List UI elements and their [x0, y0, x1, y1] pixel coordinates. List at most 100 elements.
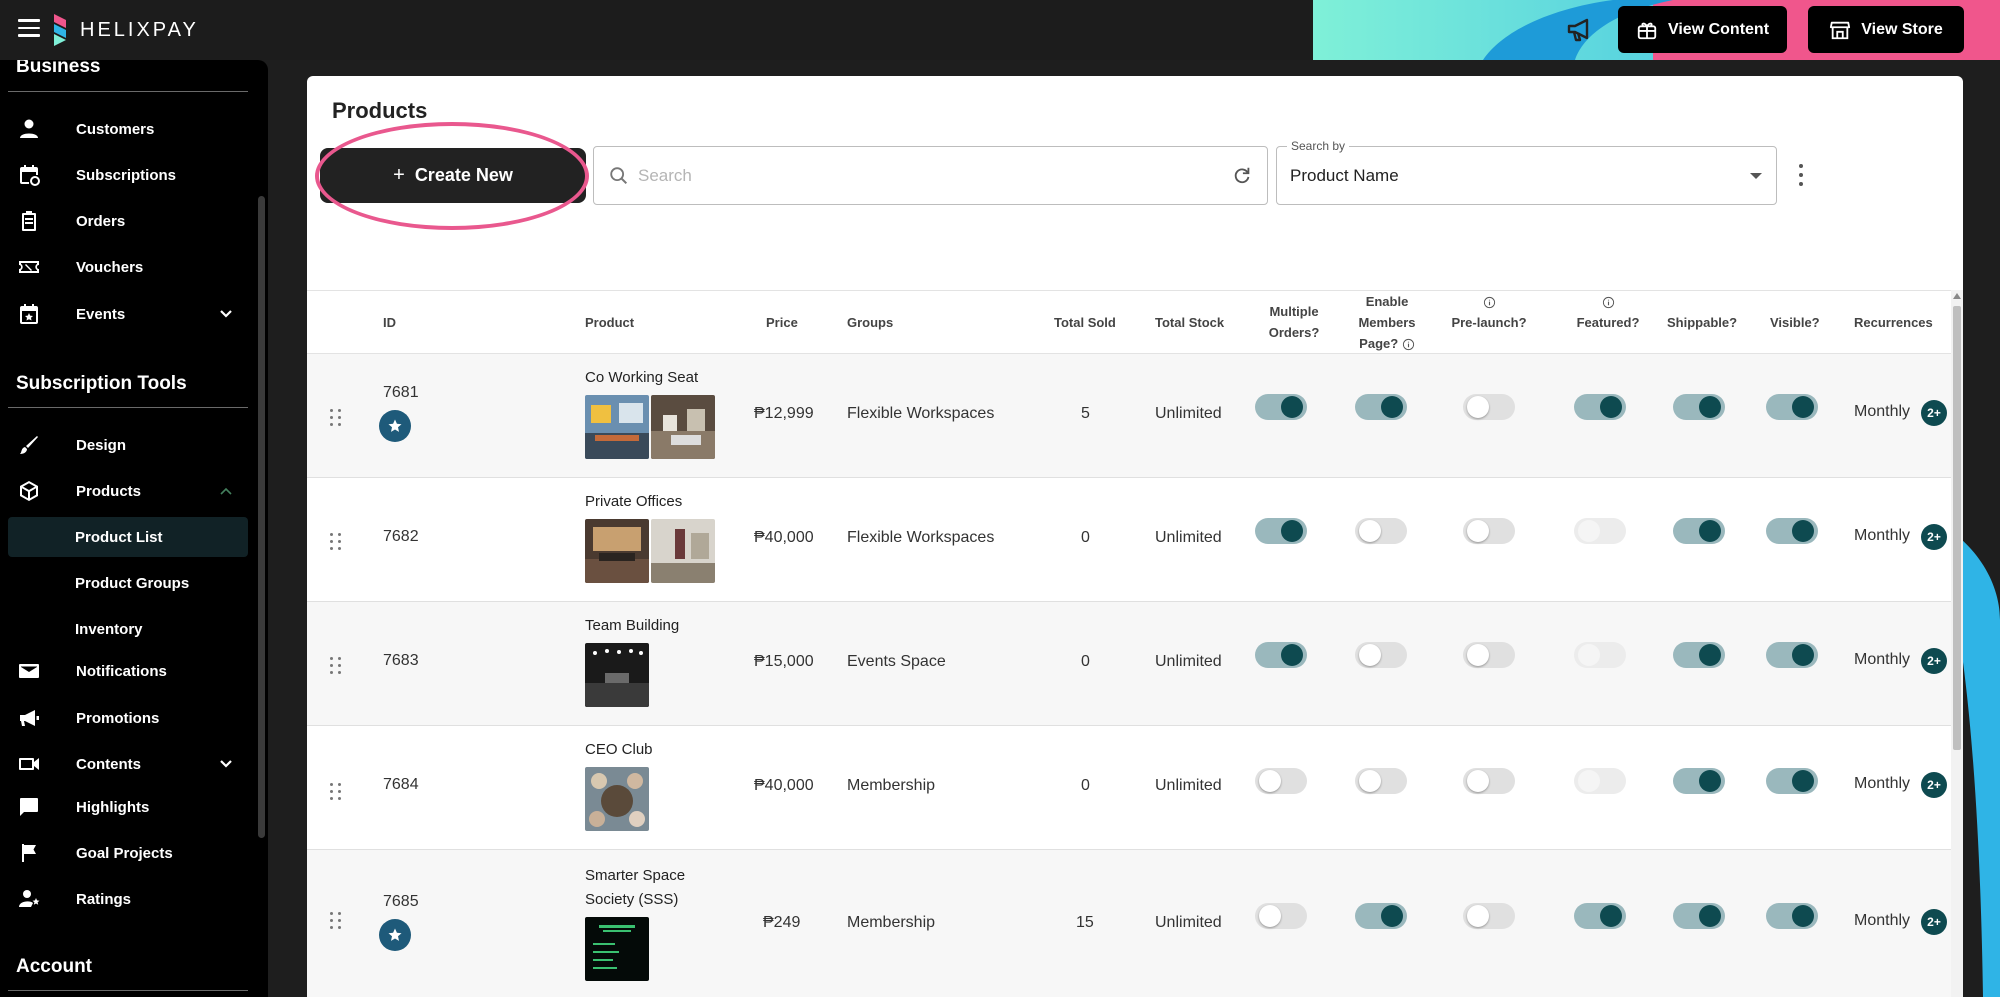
drag-handle-icon[interactable]	[330, 533, 344, 551]
shippable-toggle[interactable]	[1673, 515, 1725, 545]
view-store-button[interactable]: View Store	[1808, 6, 1964, 53]
visible-toggle[interactable]	[1766, 515, 1818, 545]
sidebar-item-inventory[interactable]: Inventory	[8, 609, 248, 649]
table-row[interactable]: 7684 CEO Club ₱40,000 Membership 0 Unlim…	[307, 726, 1953, 850]
search-input[interactable]	[638, 165, 1231, 186]
create-new-button[interactable]: + Create New	[320, 148, 586, 203]
members-page-toggle[interactable]	[1355, 639, 1407, 669]
sidebar-item-product-list[interactable]: Product List	[8, 517, 248, 557]
visible-toggle[interactable]	[1766, 765, 1818, 795]
drag-handle-icon[interactable]	[330, 409, 344, 427]
col-members-page[interactable]: Enable Members Page?	[1347, 291, 1427, 354]
info-icon[interactable]	[1402, 338, 1415, 351]
multiple-orders-toggle[interactable]	[1255, 765, 1307, 795]
sidebar-item-design[interactable]: Design	[8, 425, 248, 465]
col-featured[interactable]: Featured?	[1568, 291, 1648, 333]
col-product[interactable]: Product	[585, 312, 634, 333]
prelaunch-toggle[interactable]	[1463, 900, 1515, 930]
members-page-toggle[interactable]	[1355, 765, 1407, 795]
sidebar-item-goal-projects[interactable]: Goal Projects	[8, 833, 248, 873]
table-row[interactable]: 7683 Team Building ₱15,000 Events Space …	[307, 602, 1953, 726]
multiple-orders-toggle[interactable]	[1255, 391, 1307, 421]
sidebar-item-subscriptions[interactable]: Subscriptions	[8, 155, 248, 195]
sidebar-item-ratings[interactable]: Ratings	[8, 879, 248, 919]
shippable-toggle[interactable]	[1673, 391, 1725, 421]
col-price[interactable]: Price	[766, 312, 798, 333]
sidebar-item-vouchers[interactable]: Vouchers	[8, 247, 248, 287]
prelaunch-toggle[interactable]	[1463, 515, 1515, 545]
members-page-toggle[interactable]	[1355, 391, 1407, 421]
prelaunch-toggle[interactable]	[1463, 765, 1515, 795]
more-recurrences-badge[interactable]: 2+	[1921, 772, 1947, 798]
col-total-sold[interactable]: Total Sold	[1054, 312, 1116, 333]
table-row[interactable]: 7682 Private Offices ₱40,000 Flexible Wo…	[307, 478, 1953, 602]
sidebar-item-customers[interactable]: Customers	[8, 109, 248, 149]
shippable-toggle[interactable]	[1673, 765, 1725, 795]
drag-handle-icon[interactable]	[330, 783, 344, 801]
more-recurrences-badge[interactable]: 2+	[1921, 400, 1947, 426]
sidebar-item-orders[interactable]: Orders	[8, 201, 248, 241]
sidebar-scrollbar[interactable]	[258, 196, 265, 838]
table-scrollbar[interactable]	[1951, 290, 1963, 997]
product-name[interactable]: Co Working Seat	[585, 366, 715, 390]
table-row[interactable]: 7681 Co Working Seat ₱12,999 Flexible Wo…	[307, 354, 1953, 478]
more-recurrences-badge[interactable]: 2+	[1921, 524, 1947, 550]
sidebar-item-product-groups[interactable]: Product Groups	[8, 563, 248, 603]
featured-toggle[interactable]	[1574, 391, 1626, 421]
prelaunch-toggle[interactable]	[1463, 639, 1515, 669]
product-image[interactable]	[651, 395, 715, 459]
helixpay-logo[interactable]: HELIXPAY	[52, 12, 199, 48]
multiple-orders-toggle[interactable]	[1255, 639, 1307, 669]
visible-toggle[interactable]	[1766, 639, 1818, 669]
product-image[interactable]	[585, 519, 649, 583]
product-name[interactable]: Private Offices	[585, 490, 715, 514]
more-recurrences-badge[interactable]: 2+	[1921, 648, 1947, 674]
product-image[interactable]	[585, 917, 649, 981]
more-recurrences-badge[interactable]: 2+	[1921, 909, 1947, 935]
info-icon[interactable]	[1483, 296, 1496, 309]
sidebar-item-events[interactable]: Events	[8, 294, 248, 334]
product-image[interactable]	[585, 767, 649, 831]
more-options-icon[interactable]	[1789, 162, 1813, 188]
visible-toggle[interactable]	[1766, 900, 1818, 930]
drag-handle-icon[interactable]	[330, 912, 344, 930]
shippable-toggle[interactable]	[1673, 900, 1725, 930]
menu-icon[interactable]	[18, 19, 40, 37]
members-page-toggle[interactable]	[1355, 900, 1407, 930]
product-name[interactable]: Smarter Space Society (SSS)	[585, 864, 715, 912]
col-visible[interactable]: Visible?	[1770, 312, 1820, 333]
product-image[interactable]	[585, 643, 649, 707]
refresh-icon[interactable]	[1231, 165, 1253, 187]
multiple-orders-toggle[interactable]	[1255, 515, 1307, 545]
info-icon[interactable]	[1602, 296, 1615, 309]
col-groups[interactable]: Groups	[847, 312, 893, 333]
scroll-up-arrow-icon[interactable]	[1953, 293, 1961, 299]
table-row[interactable]: 7685 Smarter Space Society (SSS) ₱249 Me…	[307, 850, 1953, 997]
search-field[interactable]	[593, 146, 1268, 205]
product-name[interactable]: Team Building	[585, 614, 715, 638]
visible-toggle[interactable]	[1766, 391, 1818, 421]
col-shippable[interactable]: Shippable?	[1667, 312, 1737, 333]
col-id[interactable]: ID	[383, 312, 396, 333]
sidebar-item-promotions[interactable]: Promotions	[8, 698, 248, 738]
col-multiple-orders[interactable]: Multiple Orders?	[1259, 301, 1329, 343]
product-image[interactable]	[651, 519, 715, 583]
prelaunch-toggle[interactable]	[1463, 391, 1515, 421]
col-recurrences[interactable]: Recurrences	[1854, 312, 1933, 333]
scrollbar-thumb[interactable]	[1953, 306, 1961, 750]
view-content-button[interactable]: View Content	[1618, 6, 1787, 53]
sidebar-item-products[interactable]: Products	[8, 471, 248, 511]
sidebar-item-notifications[interactable]: Notifications	[8, 651, 248, 691]
sidebar-item-contents[interactable]: Contents	[8, 744, 248, 784]
product-name[interactable]: CEO Club	[585, 738, 715, 762]
shippable-toggle[interactable]	[1673, 639, 1725, 669]
sidebar-item-highlights[interactable]: Highlights	[8, 787, 248, 827]
megaphone-icon[interactable]	[1565, 16, 1595, 44]
featured-toggle[interactable]	[1574, 900, 1626, 930]
search-by-select[interactable]: Search by Product Name	[1276, 139, 1777, 205]
drag-handle-icon[interactable]	[330, 657, 344, 675]
col-total-stock[interactable]: Total Stock	[1155, 312, 1224, 333]
product-image[interactable]	[585, 395, 649, 459]
col-prelaunch[interactable]: Pre-launch?	[1444, 291, 1534, 333]
members-page-toggle[interactable]	[1355, 515, 1407, 545]
